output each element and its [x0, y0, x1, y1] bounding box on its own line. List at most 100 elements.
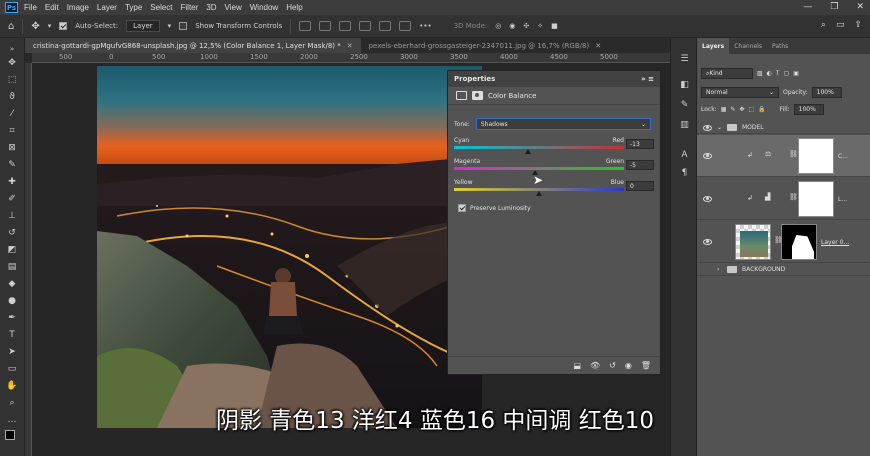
- show-transform-checkbox[interactable]: [179, 22, 188, 30]
- slider-track[interactable]: [454, 188, 624, 196]
- menu-image[interactable]: Image: [67, 3, 89, 12]
- lock-pixels-icon[interactable]: ▦: [721, 106, 727, 113]
- healing-brush-icon[interactable]: ✚: [5, 175, 19, 188]
- chevron-down-icon[interactable]: ⌄: [717, 124, 722, 131]
- layer-row-color-balance[interactable]: ↲ ⚖ ⛓ C...: [697, 135, 870, 177]
- layer-row-model[interactable]: ⌄ MODEL: [697, 122, 870, 134]
- eraser-tool-icon[interactable]: ◩: [5, 243, 19, 256]
- slider-track[interactable]: [454, 167, 624, 175]
- tone-select[interactable]: Shadows ⌄: [475, 118, 651, 130]
- home-icon[interactable]: ⌂: [8, 21, 14, 32]
- tab-document-2[interactable]: pexels-eberhard-grossgasteiger-2347011.j…: [361, 38, 609, 53]
- menu-help[interactable]: Help: [286, 3, 302, 12]
- menu-window[interactable]: Window: [250, 3, 278, 12]
- lasso-tool-icon[interactable]: ϑ: [5, 90, 19, 103]
- visibility-icon[interactable]: ◉: [625, 361, 632, 370]
- search-icon[interactable]: ⌕: [821, 20, 826, 30]
- layer-row-layer-0[interactable]: ⛓ Layer 0...: [697, 221, 870, 263]
- layer-mask-thumbnail[interactable]: [781, 224, 817, 260]
- filter-smart-icon[interactable]: ▣: [793, 70, 799, 77]
- fill-input[interactable]: 100%: [793, 104, 824, 115]
- gradient-tool-icon[interactable]: ▤: [5, 260, 19, 273]
- visibility-eye-icon[interactable]: [703, 196, 712, 202]
- menu-layer[interactable]: Layer: [97, 3, 117, 12]
- layer-filter-select[interactable]: ⌕ Kind: [701, 68, 753, 79]
- slider-value-input[interactable]: -13: [626, 139, 654, 149]
- slider-value-input[interactable]: -5: [626, 160, 654, 170]
- auto-select-dropdown[interactable]: Layer: [126, 20, 160, 32]
- chevron-down-icon[interactable]: ▾: [48, 22, 52, 30]
- share-icon[interactable]: ⇪: [854, 20, 862, 30]
- frame-tool-icon[interactable]: ⊠: [5, 141, 19, 154]
- filter-type-icon[interactable]: T: [776, 70, 780, 77]
- restore-icon[interactable]: ❐: [830, 2, 838, 12]
- filter-shape-icon[interactable]: ▢: [784, 70, 790, 77]
- slider-thumb[interactable]: [524, 149, 531, 154]
- layer-mask-thumbnail[interactable]: [798, 181, 834, 217]
- chevron-right-icon[interactable]: ›: [717, 266, 719, 273]
- layer-thumbnail[interactable]: [735, 224, 771, 260]
- minimize-icon[interactable]: —: [803, 2, 812, 12]
- close-icon[interactable]: ✕: [347, 42, 353, 50]
- properties-icon[interactable]: ▥: [678, 118, 691, 131]
- brush-settings-icon[interactable]: ✎: [678, 98, 691, 111]
- workspace-icon[interactable]: ▭: [836, 20, 845, 30]
- menu-type[interactable]: Type: [125, 3, 142, 12]
- filter-adjust-icon[interactable]: ◐: [767, 70, 772, 77]
- adjustment-icon[interactable]: [456, 91, 467, 100]
- menu-filter[interactable]: Filter: [181, 3, 199, 12]
- opacity-input[interactable]: 100%: [811, 87, 842, 98]
- history-icon[interactable]: ☰: [678, 52, 691, 65]
- slider-value-input[interactable]: 0: [626, 181, 654, 191]
- history-brush-icon[interactable]: ↺: [5, 226, 19, 239]
- align-center-icon[interactable]: [319, 21, 332, 31]
- type-tool-icon[interactable]: T: [5, 328, 19, 341]
- document-image[interactable]: [97, 66, 482, 428]
- move-tool-icon[interactable]: ✥: [5, 56, 19, 69]
- align-middle-icon[interactable]: [379, 21, 392, 31]
- preserve-luminosity-checkbox[interactable]: [458, 204, 466, 212]
- lock-paint-icon[interactable]: ✎: [730, 106, 735, 113]
- marquee-tool-icon[interactable]: ⬚: [5, 73, 19, 86]
- orbit-3d-icon[interactable]: ◎: [495, 22, 501, 30]
- paragraph-icon[interactable]: ¶: [678, 166, 691, 179]
- tab-paths[interactable]: Paths: [767, 38, 793, 54]
- clone-stamp-icon[interactable]: ⊥: [5, 209, 19, 222]
- more-options-icon[interactable]: •••: [419, 22, 431, 30]
- trash-icon[interactable]: 🗑: [641, 361, 651, 370]
- slider-track[interactable]: [454, 146, 624, 154]
- menu-view[interactable]: View: [225, 3, 242, 12]
- layer-mask-thumbnail[interactable]: [798, 138, 834, 174]
- layer-row-background[interactable]: › BACKGROUND: [697, 264, 870, 276]
- character-icon[interactable]: A: [678, 148, 691, 161]
- lock-artboard-icon[interactable]: ⬚: [748, 106, 754, 113]
- align-right-icon[interactable]: [339, 21, 352, 31]
- align-top-icon[interactable]: [359, 21, 372, 31]
- align-left-icon[interactable]: [299, 21, 312, 31]
- close-icon[interactable]: ✕: [856, 2, 864, 12]
- pen-tool-icon[interactable]: ✒: [5, 311, 19, 324]
- tab-layers[interactable]: Layers: [697, 38, 730, 54]
- layer-row-levels[interactable]: ↲ ▟ ⛓ L...: [697, 178, 870, 220]
- filter-pixel-icon[interactable]: ▨: [757, 70, 763, 77]
- blend-mode-select[interactable]: Normal ⌄: [701, 87, 779, 98]
- mask-icon[interactable]: [472, 91, 483, 100]
- lock-all-icon[interactable]: 🔒: [758, 106, 765, 113]
- dodge-tool-icon[interactable]: ●: [5, 294, 19, 307]
- visibility-eye-icon[interactable]: [703, 239, 712, 245]
- auto-select-checkbox[interactable]: [59, 22, 68, 30]
- visibility-eye-icon[interactable]: [703, 153, 712, 159]
- collapse-icon[interactable]: »: [5, 42, 19, 55]
- clip-to-layer-icon[interactable]: ⬓: [573, 361, 581, 370]
- path-select-icon[interactable]: ➤: [5, 345, 19, 358]
- menu-file[interactable]: File: [24, 3, 37, 12]
- tab-document-1[interactable]: cristina-gottardi-gpMgufvG868-unsplash.j…: [25, 38, 361, 53]
- hand-tool-icon[interactable]: ✋: [5, 379, 19, 392]
- close-icon[interactable]: ✕: [595, 42, 601, 50]
- menu-edit[interactable]: Edit: [45, 3, 59, 12]
- rectangle-tool-icon[interactable]: ▭: [5, 362, 19, 375]
- align-bottom-icon[interactable]: [399, 21, 412, 31]
- pan-3d-icon[interactable]: ✣: [523, 22, 529, 30]
- tab-channels[interactable]: Channels: [729, 38, 767, 54]
- slider-thumb[interactable]: [536, 191, 542, 196]
